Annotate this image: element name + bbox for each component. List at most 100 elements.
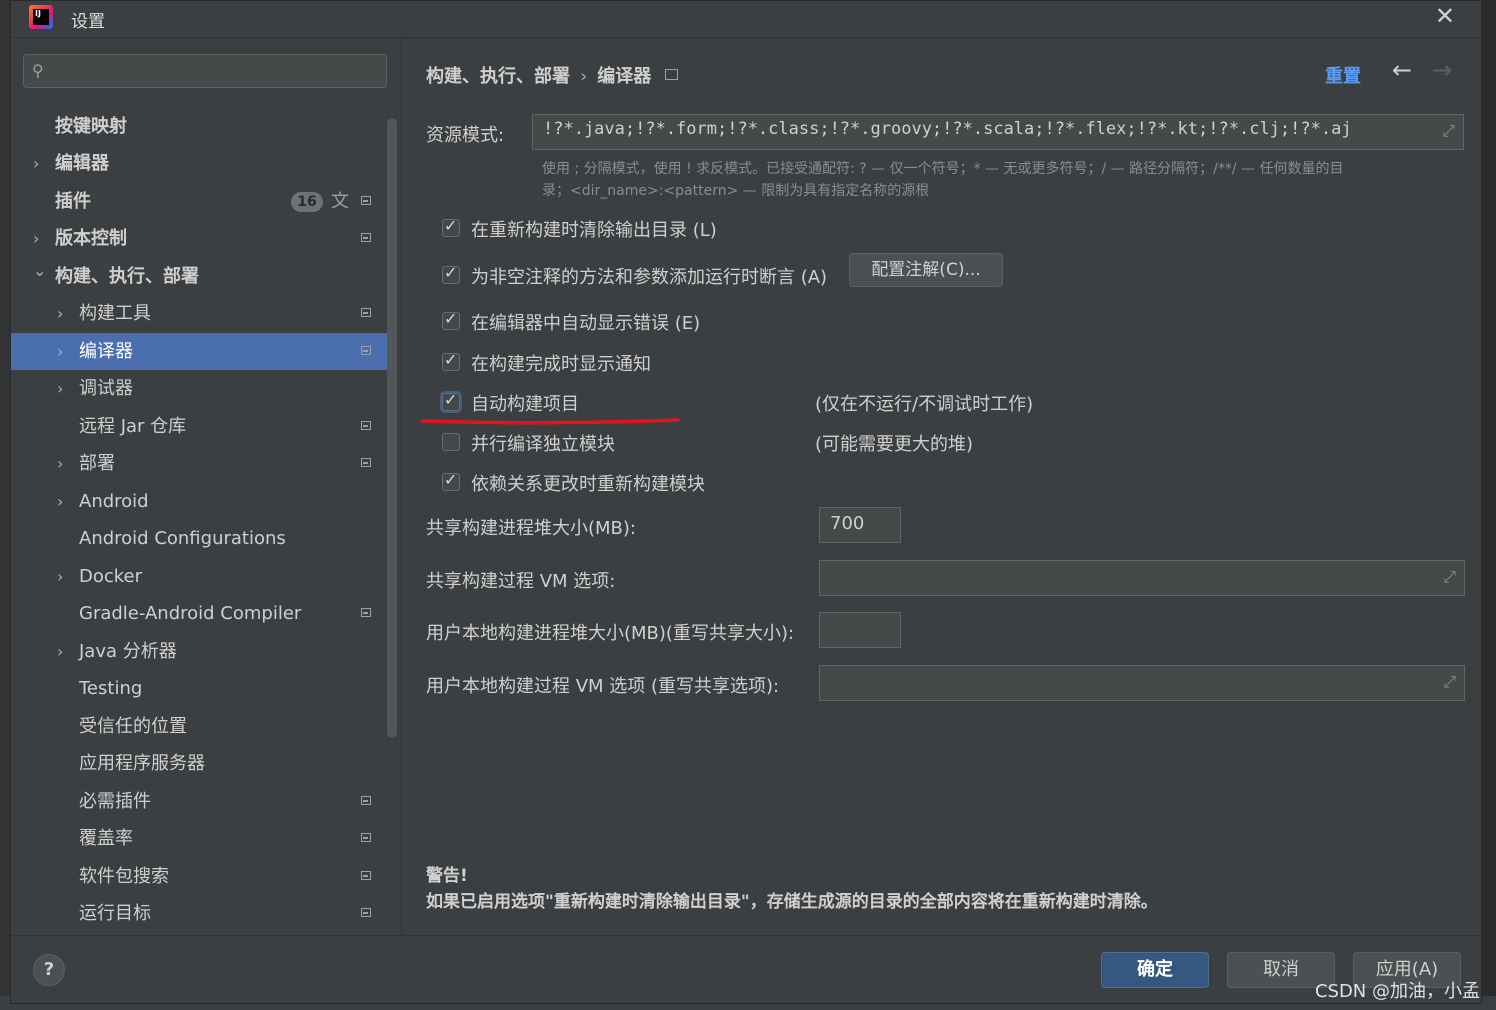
settings-dialog: IJ 设置 ✕ ⚲ 按键映射 › 编辑器 插件 16 文 › 版本控制 ⌄ 构建、执行、部署 › 构建…: [10, 0, 1482, 1004]
sidebar-item-label: 部署: [79, 453, 115, 474]
sidebar-item[interactable]: 软件包搜索: [11, 858, 389, 895]
chevron-right-icon[interactable]: ›: [33, 145, 39, 182]
shared-heap-value: 700: [830, 513, 865, 534]
sidebar-item[interactable]: ⌄ 构建、执行、部署: [11, 258, 389, 295]
search-input[interactable]: ⚲: [23, 54, 387, 88]
sidebar-item[interactable]: › 构建工具: [11, 295, 389, 332]
option-label[interactable]: 并行编译独立模块: [471, 430, 615, 456]
sidebar-item[interactable]: Android Configurations: [11, 520, 389, 557]
option-checkbox[interactable]: [442, 390, 460, 411]
user-vm-input[interactable]: ⤢: [819, 665, 1465, 701]
close-icon[interactable]: ✕: [1435, 2, 1455, 30]
sidebar-item-label: 版本控制: [55, 228, 127, 249]
shared-vm-label: 共享构建过程 VM 选项:: [426, 571, 616, 592]
chevron-right-icon[interactable]: ›: [57, 483, 63, 520]
project-scope-icon: [665, 69, 679, 80]
sidebar-item-label: Gradle-Android Compiler: [79, 603, 302, 624]
project-scope-icon: [361, 233, 371, 242]
sidebar-item-label: 必需插件: [79, 791, 151, 812]
chevron-down-icon[interactable]: ⌄: [33, 252, 46, 289]
sidebar-scrollbar[interactable]: [387, 118, 397, 738]
option-label[interactable]: 在重新构建时清除输出目录 (L): [471, 216, 717, 242]
option-label[interactable]: 为非空注释的方法和参数添加运行时断言 (A): [471, 263, 827, 289]
sidebar-item-label: 构建工具: [79, 303, 151, 324]
sidebar-item[interactable]: › 版本控制: [11, 220, 389, 257]
help-button[interactable]: ?: [33, 954, 65, 986]
option-label[interactable]: 在编辑器中自动显示错误 (E): [471, 309, 700, 335]
sidebar-item-label: 运行目标: [79, 903, 151, 924]
shared-heap-input[interactable]: 700: [819, 507, 901, 543]
expand-icon[interactable]: ⤢: [1443, 672, 1456, 692]
option-checkbox[interactable]: [442, 350, 460, 371]
option-label[interactable]: 在构建完成时显示通知: [471, 350, 651, 376]
sidebar-item[interactable]: › 编译器: [11, 333, 389, 370]
sidebar-item[interactable]: Gradle-Android Compiler: [11, 595, 389, 632]
sidebar-item-label: Docker: [79, 566, 143, 587]
chevron-right-icon[interactable]: ›: [57, 333, 63, 370]
shared-heap-label: 共享构建进程堆大小(MB):: [426, 518, 636, 539]
project-scope-icon: [361, 458, 371, 467]
chevron-right-icon[interactable]: ›: [57, 370, 63, 407]
resource-patterns-label: 资源模式:: [426, 125, 505, 146]
user-heap-label: 用户本地构建进程堆大小(MB)(重写共享大小):: [426, 623, 795, 644]
project-scope-icon: [361, 908, 371, 917]
resource-patterns-field[interactable]: !?*.java;!?*.form;!?*.class;!?*.groovy;!…: [532, 114, 1464, 150]
sidebar-item[interactable]: › 编辑器: [11, 145, 389, 182]
ok-button[interactable]: 确定: [1101, 952, 1209, 988]
chevron-right-icon[interactable]: ›: [57, 558, 63, 595]
option-label[interactable]: 依赖关系更改时重新构建模块: [471, 470, 705, 496]
sidebar-item-label: 软件包搜索: [79, 866, 169, 887]
sidebar-item[interactable]: 必需插件: [11, 783, 389, 820]
resource-patterns-value: !?*.java;!?*.form;!?*.class;!?*.groovy;!…: [543, 119, 1352, 139]
user-vm-label: 用户本地构建过程 VM 选项 (重写共享选项):: [426, 676, 780, 697]
back-arrow-icon[interactable]: ←: [1392, 56, 1412, 84]
option-checkbox[interactable]: [442, 263, 460, 284]
sidebar-item[interactable]: › Docker: [11, 558, 389, 595]
sidebar-item[interactable]: 按键映射: [11, 108, 389, 145]
expand-icon[interactable]: ⤢: [1442, 121, 1455, 141]
sidebar-item[interactable]: › 调试器: [11, 370, 389, 407]
breadcrumb-current: 编译器: [597, 66, 652, 87]
plugin-updates-badge: 16: [291, 192, 323, 212]
intellij-logo-icon: IJ: [29, 5, 53, 29]
warning-title: 警告!: [426, 866, 468, 886]
breadcrumb-parent[interactable]: 构建、执行、部署: [426, 66, 570, 87]
settings-sidebar: ⚲ 按键映射 › 编辑器 插件 16 文 › 版本控制 ⌄ 构建、执行、部署 › 构建工具 › 编译器 › 调…: [11, 38, 402, 935]
sidebar-item-label: Android Configurations: [79, 528, 286, 549]
resource-patterns-hint: 使用 ; 分隔模式，使用 ! 求反模式。已接受通配符: ? — 仅一个符号；* …: [542, 158, 1472, 202]
project-scope-icon: [361, 196, 371, 205]
sidebar-item[interactable]: › 部署: [11, 445, 389, 482]
forward-arrow-icon[interactable]: →: [1432, 56, 1452, 84]
sidebar-item[interactable]: Testing: [11, 670, 389, 707]
configure-annotations-button[interactable]: 配置注解(C)...: [849, 253, 1003, 287]
project-scope-icon: [361, 796, 371, 805]
expand-icon[interactable]: ⤢: [1443, 567, 1456, 587]
search-icon: ⚲: [32, 61, 44, 80]
reset-link[interactable]: 重置: [1325, 62, 1361, 88]
sidebar-item[interactable]: › Java 分析器: [11, 633, 389, 670]
option-checkbox[interactable]: [442, 433, 460, 451]
sidebar-item-label: 编译器: [79, 341, 133, 362]
sidebar-item[interactable]: 运行目标: [11, 895, 389, 932]
ide-right-gutter: [1482, 0, 1496, 1010]
shared-vm-input[interactable]: ⤢: [819, 560, 1465, 596]
chevron-right-icon[interactable]: ›: [57, 445, 63, 482]
sidebar-item-label: Java 分析器: [79, 641, 177, 662]
sidebar-item[interactable]: 受信任的位置: [11, 708, 389, 745]
option-checkbox[interactable]: [442, 470, 460, 491]
sidebar-item-label: 编辑器: [55, 153, 109, 174]
sidebar-item[interactable]: 覆盖率: [11, 820, 389, 857]
title-bar: IJ 设置 ✕: [11, 1, 1481, 38]
sidebar-item[interactable]: 插件 16 文: [11, 183, 389, 220]
sidebar-item[interactable]: 远程 Jar 仓库: [11, 408, 389, 445]
sidebar-item[interactable]: › Android: [11, 483, 389, 520]
user-heap-input[interactable]: [819, 612, 901, 648]
sidebar-item[interactable]: 应用程序服务器: [11, 745, 389, 782]
option-checkbox[interactable]: [442, 309, 460, 330]
option-checkbox[interactable]: [442, 216, 460, 237]
option-label[interactable]: 自动构建项目: [471, 390, 579, 416]
chevron-right-icon[interactable]: ›: [57, 295, 63, 332]
compiler-settings-panel: 构建、执行、部署 › 编译器 重置 ← → 资源模式: !?*.java;!?*.f…: [402, 38, 1483, 935]
csdn-watermark: CSDN @加油，小孟: [1314, 981, 1480, 1002]
chevron-right-icon[interactable]: ›: [57, 633, 63, 670]
